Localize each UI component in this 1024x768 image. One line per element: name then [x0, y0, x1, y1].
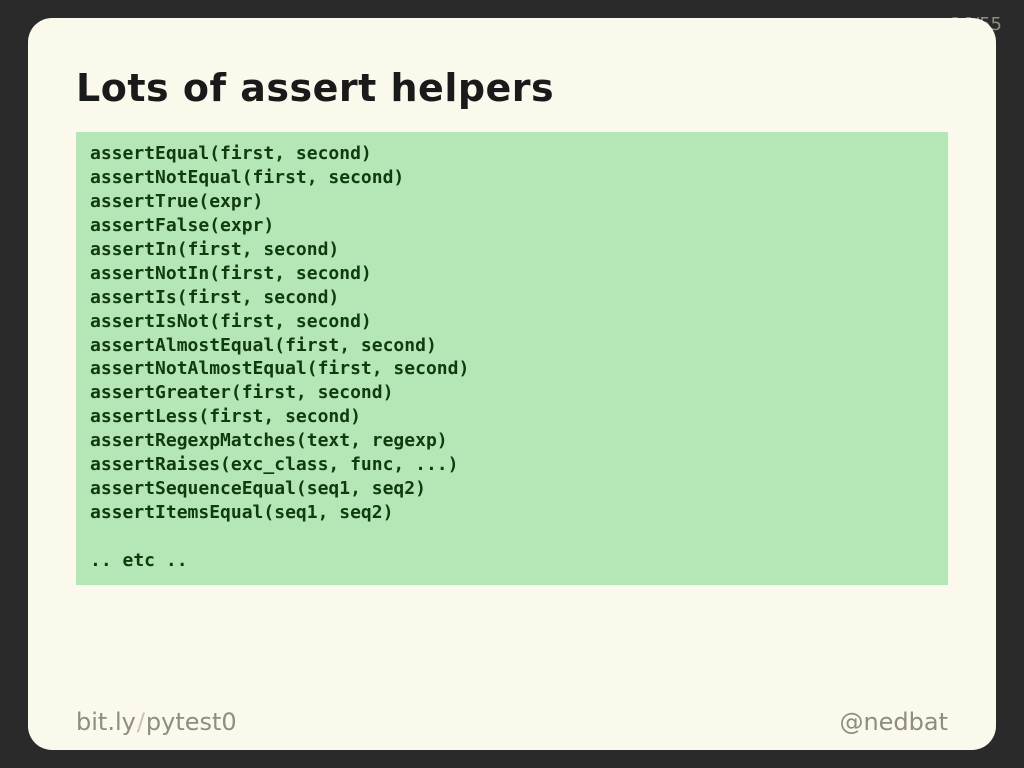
footer-link-slash: / — [137, 708, 145, 736]
footer-link-prefix: bit.ly — [76, 708, 136, 736]
code-block: assertEqual(first, second) assertNotEqua… — [76, 132, 948, 585]
footer-link: bit.ly/pytest0 — [76, 708, 237, 736]
footer: bit.ly/pytest0 @nedbat — [76, 708, 948, 736]
footer-handle: @nedbat — [839, 708, 948, 736]
footer-link-suffix: pytest0 — [146, 708, 237, 736]
slide-title: Lots of assert helpers — [76, 66, 948, 110]
slide: Lots of assert helpers assertEqual(first… — [28, 18, 996, 750]
